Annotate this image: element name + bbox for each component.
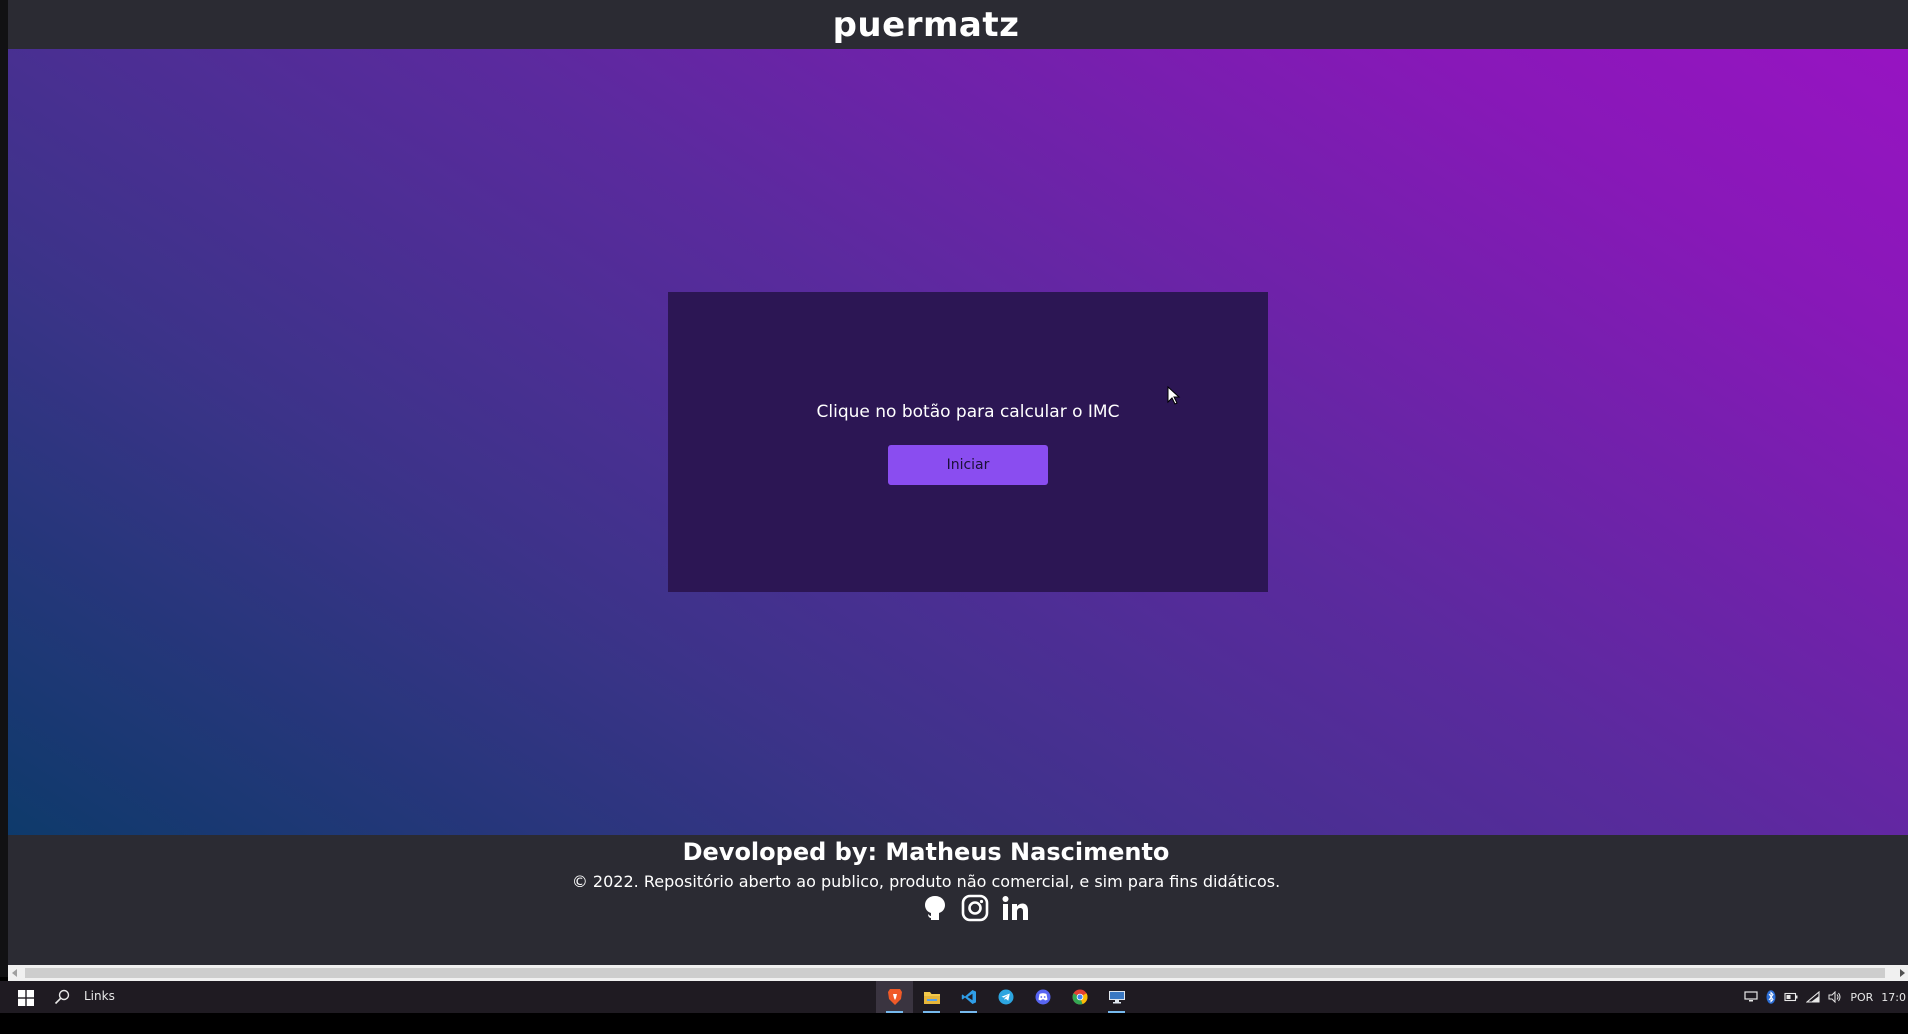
site-header: puermatz	[8, 0, 1908, 49]
chrome-icon[interactable]	[1061, 981, 1098, 1013]
volume-icon[interactable]	[1828, 991, 1842, 1003]
github-icon[interactable]	[920, 893, 950, 923]
open-indicator	[923, 1011, 940, 1013]
battery-icon[interactable]	[1784, 992, 1798, 1002]
mouse-cursor-icon	[1167, 385, 1181, 410]
brave-icon[interactable]	[876, 981, 913, 1013]
scrollbar-thumb[interactable]	[25, 968, 1885, 978]
system-tray: POR 17:0	[1744, 981, 1908, 1013]
site-title: puermatz	[832, 4, 1020, 45]
start-button[interactable]: Iniciar	[888, 445, 1048, 485]
screen: puermatz Clique no botão para calcular o…	[0, 0, 1908, 1034]
file-explorer-icon[interactable]	[913, 981, 950, 1013]
language-indicator[interactable]: POR	[1850, 991, 1873, 1004]
copyright-text: © 2022. Repositório aberto ao publico, p…	[571, 872, 1281, 891]
clock[interactable]: 17:0	[1881, 991, 1906, 1004]
vscode-icon[interactable]	[950, 981, 987, 1013]
horizontal-scrollbar[interactable]	[8, 965, 1908, 981]
developer-credit: Devoloped by: Matheus Nascimento	[682, 838, 1170, 866]
windows-start-icon[interactable]	[18, 990, 34, 1006]
taskbar-apps	[876, 981, 1135, 1013]
social-links	[920, 893, 1030, 923]
wifi-icon[interactable]	[1806, 991, 1820, 1003]
active-indicator	[886, 1011, 903, 1013]
main-area: Clique no botão para calcular o IMC Inic…	[8, 49, 1908, 835]
window-edge	[0, 0, 8, 977]
display-icon[interactable]	[1744, 991, 1758, 1003]
imc-card: Clique no botão para calcular o IMC Inic…	[668, 292, 1268, 592]
remote-desktop-icon[interactable]	[1098, 981, 1135, 1013]
telegram-icon[interactable]	[987, 981, 1024, 1013]
open-indicator	[1108, 1011, 1125, 1013]
discord-icon[interactable]	[1024, 981, 1061, 1013]
instagram-icon[interactable]	[960, 893, 990, 923]
search-icon[interactable]	[54, 989, 70, 1005]
linkedin-icon[interactable]	[1000, 893, 1030, 923]
scroll-left-icon[interactable]	[12, 969, 17, 977]
search-label[interactable]: Links	[84, 989, 115, 1003]
open-indicator	[960, 1011, 977, 1013]
taskbar: Links POR 17:0	[0, 981, 1908, 1013]
site-footer: Devoloped by: Matheus Nascimento © 2022.…	[8, 835, 1908, 965]
scroll-right-icon[interactable]	[1900, 969, 1905, 977]
bluetooth-icon[interactable]	[1766, 990, 1776, 1004]
